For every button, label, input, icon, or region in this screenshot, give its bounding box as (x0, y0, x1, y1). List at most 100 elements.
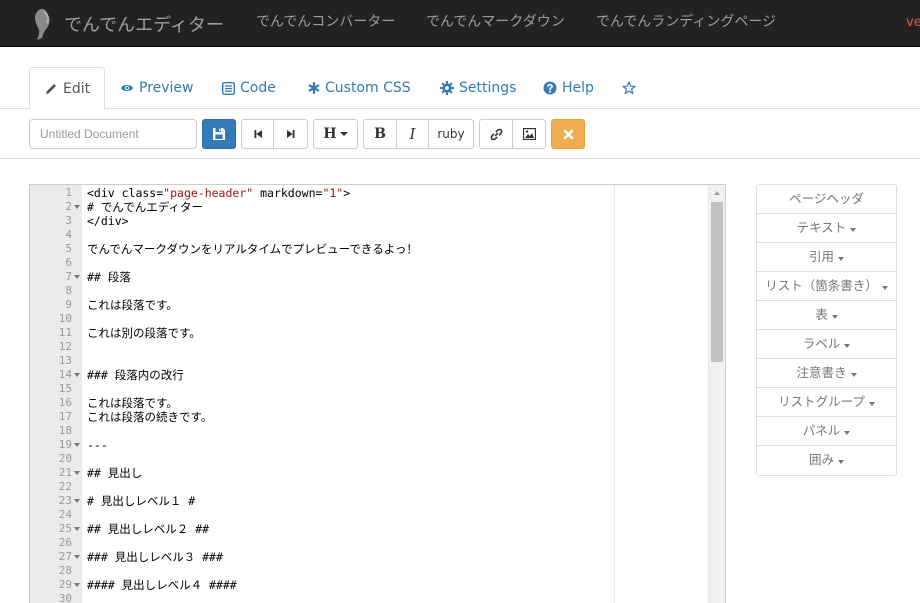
code-line[interactable]: 20 (30, 452, 725, 466)
go-to-start-button[interactable] (241, 119, 274, 149)
sidebar-item[interactable]: 注意書き (757, 359, 896, 388)
tab-code[interactable]: Code (222, 67, 276, 109)
tab-preview[interactable]: Preview (120, 67, 194, 109)
code-line[interactable]: 17 これは段落の続きです。 (30, 410, 725, 424)
code-line[interactable]: 23 # 見出しレベル１ # (30, 494, 725, 508)
line-number: 21 (58, 466, 72, 479)
line-number: 5 (65, 242, 72, 255)
code-line[interactable]: 5 でんでんマークダウンをリアルタイムでプレビューできるよっ！ (30, 242, 725, 256)
line-number: 2 (65, 200, 72, 213)
image-icon (522, 128, 536, 140)
attribute-string: "1" (322, 186, 344, 200)
code-line[interactable]: 3 </div> (30, 214, 725, 228)
code-text: これは段落です。 (87, 298, 178, 312)
code-line[interactable]: 4 (30, 228, 725, 242)
fold-arrow-icon[interactable] (74, 443, 80, 447)
sidebar-item[interactable]: 引用 (757, 243, 896, 272)
code-text: </div> (87, 214, 129, 228)
code-text: --- (87, 438, 108, 452)
tab-custom-css[interactable]: Custom CSS (308, 67, 411, 109)
bold-button[interactable]: B (363, 119, 397, 149)
code-line[interactable]: 16 これは段落です。 (30, 396, 725, 410)
code-line[interactable]: 8 (30, 284, 725, 298)
code-line[interactable]: 27 ### 見出しレベル３ ### (30, 550, 725, 564)
star-icon (622, 81, 636, 95)
code-text: ## 段落 (87, 270, 131, 284)
sidebar-item[interactable]: パネル (757, 417, 896, 446)
code-line[interactable]: 1 <div class="page-header" markdown="1"> (30, 186, 725, 200)
fold-arrow-icon[interactable] (74, 555, 80, 559)
sidebar-item[interactable]: リストグループ (757, 388, 896, 417)
code-text: ## 見出し (87, 466, 143, 480)
markdown-editor[interactable]: 1 <div class="page-header" markdown="1"> 2… (29, 184, 726, 603)
fold-arrow-icon[interactable] (74, 373, 80, 377)
go-to-end-button[interactable] (274, 119, 308, 149)
fold-arrow-icon[interactable] (74, 499, 80, 503)
code-line[interactable]: 10 (30, 312, 725, 326)
chevron-down-icon (838, 460, 844, 464)
line-number: 16 (58, 396, 72, 409)
insert-image-button[interactable] (513, 119, 546, 149)
chevron-down-icon (844, 431, 851, 435)
fold-arrow-icon[interactable] (74, 205, 80, 209)
fold-arrow-icon[interactable] (74, 527, 80, 531)
code-line[interactable]: 13 (30, 354, 725, 368)
line-number: 11 (58, 326, 72, 339)
nav-version-link[interactable]: ve (906, 0, 920, 47)
code-line[interactable]: 30 (30, 592, 725, 603)
fold-arrow-icon[interactable] (74, 583, 80, 587)
code-line[interactable]: 28 (30, 564, 725, 578)
nav-link-converter[interactable]: でんでんコンバーター (256, 0, 395, 47)
clear-button[interactable] (551, 119, 585, 149)
code-line[interactable]: 2 # でんでんエディター (30, 200, 725, 214)
code-line[interactable]: 19 --- (30, 438, 725, 452)
fold-arrow-icon[interactable] (74, 471, 80, 475)
sidebar-item[interactable]: 表 (757, 301, 896, 330)
code-line[interactable]: 11 これは別の段落です。 (30, 326, 725, 340)
fold-arrow-icon[interactable] (74, 275, 80, 279)
nav-link-landing-page[interactable]: でんでんランディングページ (596, 0, 776, 47)
sidebar-item[interactable]: リスト（箇条書き） (757, 272, 896, 301)
sidebar-item[interactable]: 囲み (757, 446, 896, 475)
code-line[interactable]: 26 (30, 536, 725, 550)
code-line[interactable]: 29 #### 見出しレベル４ #### (30, 578, 725, 592)
code-line[interactable]: 15 (30, 382, 725, 396)
code-line[interactable]: 21 ## 見出し (30, 466, 725, 480)
save-button[interactable] (202, 119, 236, 149)
code-line[interactable]: 18 (30, 424, 725, 438)
code-line[interactable]: 14 ### 段落内の改行 (30, 368, 725, 382)
chevron-down-icon (881, 286, 888, 290)
line-number: 9 (65, 298, 72, 311)
tab-edit[interactable]: Edit (29, 67, 106, 110)
sidebar-item[interactable]: ページヘッダ (757, 185, 896, 214)
tab-settings[interactable]: Settings (440, 67, 516, 109)
top-navbar: でんでんエディター でんでんコンバーター でんでんマークダウン でんでんランディ… (0, 0, 920, 47)
line-number: 28 (58, 564, 72, 577)
editor-scrollbar[interactable] (708, 185, 725, 603)
step-backward-icon (254, 130, 262, 138)
brand-link[interactable]: でんでんエディター (32, 0, 224, 47)
scroll-up-arrow-icon[interactable] (714, 191, 720, 195)
italic-button[interactable]: I (397, 119, 429, 149)
sidebar-item[interactable]: ラベル (757, 330, 896, 359)
ruby-button[interactable]: ruby (429, 119, 474, 149)
code-text: <div class="page-header" markdown="1"> (87, 186, 351, 200)
code-line[interactable]: 9 これは段落です。 (30, 298, 725, 312)
tab-favorite[interactable] (622, 67, 641, 109)
heading-dropdown-button[interactable]: H (313, 119, 358, 149)
code-line[interactable]: 22 (30, 480, 725, 494)
code-text: #### 見出しレベル４ #### (87, 578, 237, 592)
code-line[interactable]: 25 ## 見出しレベル２ ## (30, 522, 725, 536)
sidebar-item[interactable]: テキスト (757, 214, 896, 243)
scrollbar-thumb[interactable] (711, 202, 723, 362)
chevron-down-icon (831, 315, 838, 319)
nav-link-markdown[interactable]: でんでんマークダウン (426, 0, 565, 47)
code-line[interactable]: 24 (30, 508, 725, 522)
document-title-input[interactable] (29, 119, 197, 149)
code-line[interactable]: 6 (30, 256, 725, 270)
code-line[interactable]: 12 (30, 340, 725, 354)
insert-link-button[interactable] (479, 119, 513, 149)
code-line[interactable]: 7 ## 段落 (30, 270, 725, 284)
tab-help[interactable]: Help (543, 67, 594, 109)
chevron-down-icon (339, 132, 348, 136)
